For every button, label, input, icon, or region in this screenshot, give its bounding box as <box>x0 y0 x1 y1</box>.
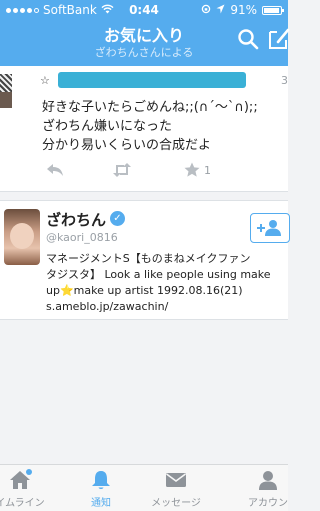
tweet-line: ざわちん嫌いになった <box>42 119 173 134</box>
top-bar: SoftBank 0:44 91% お気に入り ざわちんさんによる <box>0 0 290 66</box>
retweet-icon <box>113 163 131 177</box>
tweet-avatar[interactable] <box>0 74 34 108</box>
avatar[interactable] <box>4 209 40 265</box>
profile-bio: マネージメントS【ものまねメイクファン タジスタ】 Look a like pe… <box>46 251 286 315</box>
tweet-card[interactable]: ☆ 3 好きな子いたらごめんね;;(∩´～`∩);; ざわちん嫌いになった 分か… <box>0 66 288 192</box>
status-right: 91% <box>201 3 284 17</box>
favorite-button[interactable] <box>184 162 200 182</box>
tweet-text: 好きな子いたらごめんね;;(∩´～`∩);; ざわちん嫌いになった 分かり易いく… <box>42 98 288 155</box>
tab-label: 通知 <box>91 498 111 509</box>
tab-account[interactable]: アカウン <box>238 465 298 511</box>
bio-line: タジスタ】 Look a like people using make <box>46 268 271 281</box>
tab-bar: イムライン 通知 メッセージ アカウン <box>0 464 288 511</box>
battery-percent: 91% <box>230 3 257 17</box>
compose-button[interactable] <box>268 28 294 54</box>
lock-rotation-icon <box>201 3 211 17</box>
reply-icon <box>47 164 63 176</box>
tweet-line: 分かり易いくらいの合成だよ <box>42 138 212 153</box>
tab-label: メッセージ <box>151 498 201 509</box>
redacted-username <box>58 72 246 88</box>
favorite-count: 1 <box>204 164 211 177</box>
tab-notifications[interactable]: 通知 <box>71 465 131 511</box>
profile-handle: @kaori_0816 <box>46 231 118 244</box>
reply-button[interactable] <box>46 162 64 181</box>
bio-line: up⭐make up artist 1992.08.16(21) <box>46 284 243 297</box>
tweet-line: 好きな子いたらごめんね;;(∩´～`∩);; <box>42 100 258 115</box>
bell-icon <box>92 471 110 489</box>
status-bar: SoftBank 0:44 91% <box>0 0 288 20</box>
favorite-star-icon: ☆ <box>40 74 50 87</box>
unread-dot-icon <box>26 469 32 475</box>
tweet-actions: 1 <box>42 162 282 180</box>
tab-messages[interactable]: メッセージ <box>146 465 206 511</box>
bio-link[interactable]: s.ameblo.jp/zawachin/ <box>46 299 286 315</box>
compose-icon <box>269 28 290 49</box>
add-user-icon <box>257 220 281 236</box>
star-icon <box>184 162 200 177</box>
envelope-icon <box>166 473 186 487</box>
profile-name: ざわちん <box>46 211 107 229</box>
tweet-timestamp: 3 <box>281 74 288 87</box>
retweet-button[interactable] <box>112 162 132 181</box>
follow-button[interactable] <box>250 213 290 243</box>
bio-line: マネージメントS【ものまねメイクファン <box>46 252 251 265</box>
profile-card[interactable]: ざわちん ✓ @kaori_0816 マネージメントS【ものまねメイクファン タ… <box>0 200 290 320</box>
tab-label: アカウン <box>248 498 288 509</box>
tab-label: イムライン <box>0 498 45 509</box>
search-button[interactable] <box>237 28 263 54</box>
tweet-header: ☆ 3 <box>40 72 288 90</box>
person-icon <box>259 471 277 490</box>
search-icon <box>238 29 259 50</box>
verified-badge-icon: ✓ <box>110 211 125 226</box>
tab-timeline[interactable]: イムライン <box>0 465 50 511</box>
battery-icon <box>262 5 284 15</box>
location-icon <box>216 3 225 17</box>
